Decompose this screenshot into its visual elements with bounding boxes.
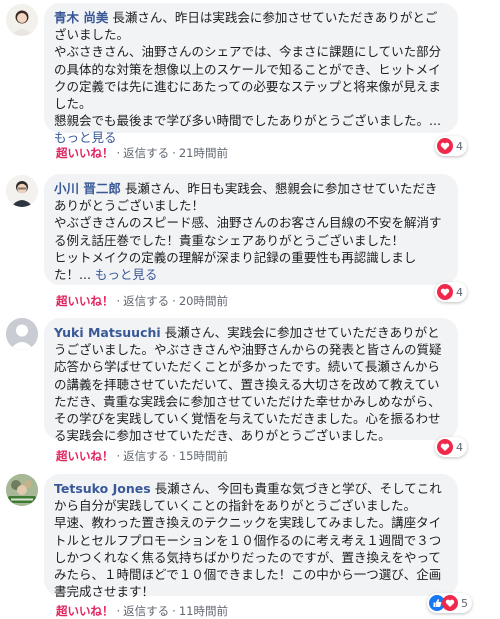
comment-bubble: 青木 尚美 長瀬さん、昨日は実践会に参加させていただきありがとございました。 やぶ…	[44, 3, 458, 145]
reaction-summary[interactable]: 4	[435, 282, 467, 302]
like-button[interactable]: 超いいね！	[56, 146, 114, 160]
reaction-count: 4	[456, 440, 463, 454]
timestamp[interactable]: 15時間前	[179, 449, 228, 463]
avatar[interactable]	[6, 4, 38, 36]
reaction-summary[interactable]: 4	[435, 437, 467, 457]
avatar[interactable]	[6, 474, 38, 506]
timestamp[interactable]: 11時間前	[179, 604, 228, 618]
comment-author[interactable]: Yuki Matsuuchi	[54, 325, 161, 340]
comment-author[interactable]: 青木 尚美	[54, 10, 108, 25]
love-icon	[437, 284, 453, 300]
comment-actions: 超いいね！ · 返信する · 21時間前	[56, 146, 228, 160]
reaction-count: 5	[461, 596, 468, 610]
comment-text: 長瀬さん、昨日は実践会に参加させていただきありがとございました。 やぶさきさん、…	[54, 10, 442, 129]
reaction-count: 4	[456, 139, 463, 153]
reaction-summary[interactable]: 4	[435, 136, 467, 156]
like-button[interactable]: 超いいね！	[56, 294, 114, 308]
comment-author[interactable]: 小川 晋二郎	[54, 181, 121, 196]
love-icon	[442, 595, 458, 611]
reaction-summary[interactable]: 5	[427, 593, 472, 613]
reply-button[interactable]: 返信する	[123, 146, 169, 160]
reply-button[interactable]: 返信する	[123, 604, 169, 618]
reply-button[interactable]: 返信する	[123, 449, 169, 463]
love-icon	[437, 138, 453, 154]
comment-bubble: Tetsuko Jones 長瀬さん、今回も貴重な気づきと学び、そしてこれから自分…	[44, 474, 458, 600]
comment-text: 長瀬さん、今回も貴重な気づきと学び、そしてこれから自分が実践していくことの指針を…	[54, 481, 442, 600]
avatar[interactable]	[6, 175, 38, 207]
timestamp[interactable]: 20時間前	[179, 294, 228, 308]
comment-bubble: Yuki Matsuuchi 長瀬さん、実践会に参加させていただきありがとうござい…	[44, 318, 458, 444]
comment-author[interactable]: Tetsuko Jones	[54, 481, 151, 496]
love-icon	[437, 439, 453, 455]
like-button[interactable]: 超いいね！	[56, 604, 114, 618]
comment-bubble: 小川 晋二郎 長瀬さん、昨日も実践会、懇親会に参加させていただきありがとうございま…	[44, 174, 458, 285]
comment-text: 長瀬さん、実践会に参加させていただきありがとうございました。やぶさきさんや油野さ…	[54, 325, 442, 444]
reaction-count: 4	[456, 285, 463, 299]
see-more-link[interactable]: もっと見る	[95, 267, 158, 282]
comment-actions: 超いいね！ · 返信する · 15時間前	[56, 449, 228, 463]
see-more-link[interactable]: もっと見る	[54, 130, 117, 145]
like-button[interactable]: 超いいね！	[56, 449, 114, 463]
comment-actions: 超いいね！ · 返信する · 20時間前	[56, 294, 228, 308]
avatar[interactable]	[6, 318, 38, 350]
comment-actions: 超いいね！ · 返信する · 11時間前	[56, 604, 228, 618]
timestamp[interactable]: 21時間前	[179, 146, 228, 160]
reply-button[interactable]: 返信する	[123, 294, 169, 308]
